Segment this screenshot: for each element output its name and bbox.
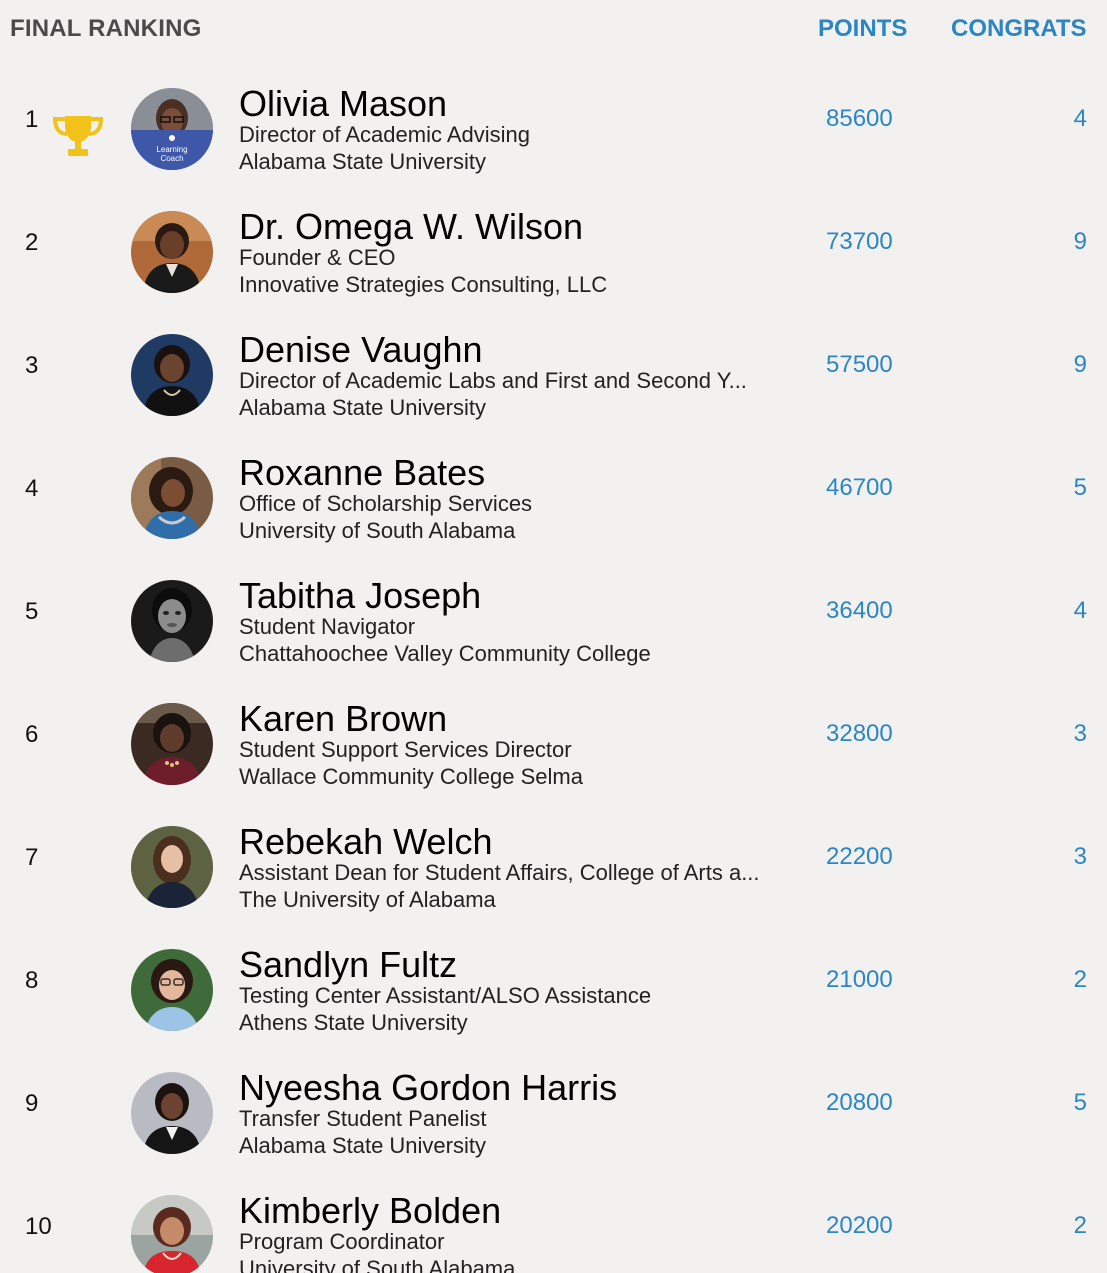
member-role: Program Coordinator <box>239 1229 445 1254</box>
ranking-row: 4 Roxanne Bates Office of Scholarship Se… <box>0 453 1107 563</box>
points-value: 73700 <box>826 228 893 255</box>
member-role: Founder & CEO <box>239 245 396 270</box>
member-role: Director of Academic Labs and First and … <box>239 368 747 393</box>
avatar[interactable] <box>131 211 213 293</box>
avatar[interactable] <box>131 949 213 1031</box>
member-name[interactable]: Rebekah Welch <box>239 822 492 862</box>
points-value: 46700 <box>826 474 893 501</box>
points-value: 22200 <box>826 843 893 870</box>
congrats-count[interactable]: 9 <box>1074 228 1087 256</box>
avatar[interactable]: Learning Coach <box>131 88 213 170</box>
member-role: Assistant Dean for Student Affairs, Coll… <box>239 860 760 885</box>
congrats-count[interactable]: 3 <box>1074 720 1087 748</box>
member-name[interactable]: Nyeesha Gordon Harris <box>239 1068 617 1108</box>
rank-number: 10 <box>25 1213 52 1240</box>
svg-text:Coach: Coach <box>160 154 183 163</box>
member-organization: Innovative Strategies Consulting, LLC <box>239 272 608 297</box>
ranking-row: 8 Sandlyn Fultz Testing Center Assistant… <box>0 945 1107 1055</box>
rank-number: 3 <box>25 352 39 379</box>
member-role: Transfer Student Panelist <box>239 1106 487 1131</box>
member-name[interactable]: Kimberly Bolden <box>239 1191 501 1231</box>
avatar[interactable] <box>131 457 213 539</box>
rank-number: 5 <box>25 598 39 625</box>
rank-number: 1 <box>25 106 39 133</box>
points-value: 57500 <box>826 351 893 378</box>
rank-number: 9 <box>25 1090 39 1117</box>
congrats-count[interactable]: 9 <box>1074 351 1087 379</box>
member-role: Student Support Services Director <box>239 737 572 762</box>
ranking-row: 3 Denise Vaughn Director of Academic Lab… <box>0 330 1107 440</box>
points-value: 20800 <box>826 1089 893 1116</box>
leaderboard-page: FINAL RANKING POINTS CONGRATS 1 Learning… <box>0 0 1107 1273</box>
member-role: Office of Scholarship Services <box>239 491 533 516</box>
points-value: 36400 <box>826 597 893 624</box>
member-name[interactable]: Olivia Mason <box>239 84 447 124</box>
svg-text:Learning: Learning <box>156 145 187 154</box>
rank-number: 8 <box>25 967 39 994</box>
member-organization: Alabama State University <box>239 395 486 420</box>
ranking-row: 6 Karen Brown Student Support Services D… <box>0 699 1107 809</box>
avatar[interactable] <box>131 580 213 662</box>
points-value: 21000 <box>826 966 893 993</box>
member-name[interactable]: Dr. Omega W. Wilson <box>239 207 583 247</box>
points-value: 32800 <box>826 720 893 747</box>
member-organization: Athens State University <box>239 1010 468 1035</box>
member-organization: Alabama State University <box>239 1133 486 1158</box>
member-role: Student Navigator <box>239 614 416 639</box>
congrats-count[interactable]: 4 <box>1074 597 1087 625</box>
ranking-row: 7 Rebekah Welch Assistant Dean for Stude… <box>0 822 1107 932</box>
congrats-count[interactable]: 4 <box>1074 105 1087 133</box>
member-organization: University of South Alabama <box>239 518 516 543</box>
member-organization: The University of Alabama <box>239 887 496 912</box>
avatar[interactable] <box>131 334 213 416</box>
member-organization: Chattahoochee Valley Community College <box>239 641 651 666</box>
points-value: 85600 <box>826 105 893 132</box>
points-column-header[interactable]: POINTS <box>818 15 907 43</box>
member-organization: Wallace Community College Selma <box>239 764 583 789</box>
member-name[interactable]: Denise Vaughn <box>239 330 483 370</box>
page-title: FINAL RANKING <box>10 15 202 42</box>
congrats-column-header[interactable]: CONGRATS <box>951 15 1087 43</box>
congrats-count[interactable]: 2 <box>1074 1212 1087 1240</box>
member-name[interactable]: Roxanne Bates <box>239 453 485 493</box>
leaderboard-header: FINAL RANKING POINTS CONGRATS <box>0 0 1107 58</box>
ranking-row: 2 Dr. Omega W. Wilson Founder & CEO Inno… <box>0 207 1107 317</box>
avatar[interactable] <box>131 826 213 908</box>
member-organization: Alabama State University <box>239 149 486 174</box>
member-role: Testing Center Assistant/ALSO Assistance <box>239 983 652 1008</box>
member-organization: University of South Alabama <box>239 1256 516 1273</box>
member-name[interactable]: Karen Brown <box>239 699 447 739</box>
rank-number: 2 <box>25 229 39 256</box>
ranking-row: 9 Nyeesha Gordon Harris Transfer Student… <box>0 1068 1107 1178</box>
avatar[interactable] <box>131 1072 213 1154</box>
congrats-count[interactable]: 3 <box>1074 843 1087 871</box>
congrats-count[interactable]: 5 <box>1074 474 1087 502</box>
ranking-row: 10 Kimberly Bolden Program Coordinator U… <box>0 1191 1107 1273</box>
member-name[interactable]: Sandlyn Fultz <box>239 945 457 985</box>
member-role: Director of Academic Advising <box>239 122 531 147</box>
ranking-row: 1 Learning Coach Olivia Mason Director o… <box>0 84 1107 194</box>
rank-number: 7 <box>25 844 39 871</box>
avatar[interactable] <box>131 703 213 785</box>
rank-number: 4 <box>25 475 39 502</box>
congrats-count[interactable]: 5 <box>1074 1089 1087 1117</box>
member-name[interactable]: Tabitha Joseph <box>239 576 481 616</box>
points-value: 20200 <box>826 1212 893 1239</box>
avatar[interactable] <box>131 1195 213 1273</box>
congrats-count[interactable]: 2 <box>1074 966 1087 994</box>
trophy-icon <box>52 116 104 156</box>
rank-number: 6 <box>25 721 39 748</box>
ranking-row: 5 Tabitha Joseph Student Navigator Chatt… <box>0 576 1107 686</box>
